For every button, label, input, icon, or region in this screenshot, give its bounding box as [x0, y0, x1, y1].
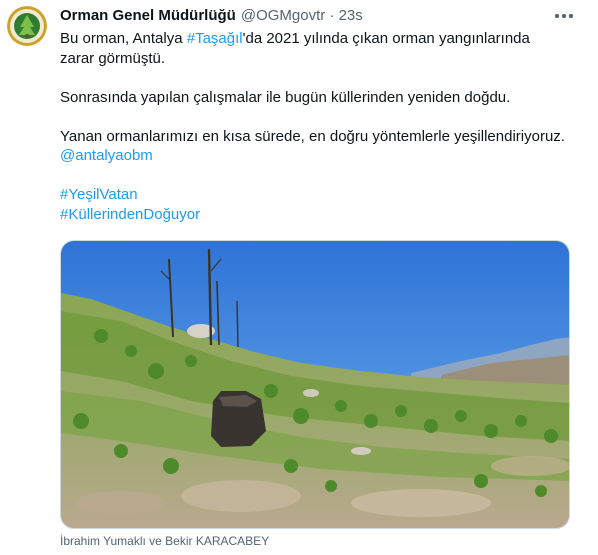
mention-antalyaobm[interactable]: @antalyaobm [60, 147, 153, 164]
tweet-text: Bu orman, Antalya #Taşağıl'da 2021 yılın… [60, 29, 580, 224]
hashtag-kullerindendoguyor[interactable]: #KüllerindenDoğuyor [60, 206, 200, 223]
tweet-line-2: zarar görmüştü. [60, 49, 166, 67]
avatar[interactable] [7, 6, 47, 46]
author-handle[interactable]: @OGMgovtr [241, 7, 325, 24]
tweet-header: Orman Genel Müdürlüğü @OGMgovtr · 23s [60, 5, 540, 27]
forest-regrowth-photo [61, 241, 569, 528]
ogm-logo-icon [7, 6, 47, 46]
tweet-photo[interactable] [60, 240, 570, 529]
header-separator: · [329, 7, 335, 24]
tweet-time[interactable]: 23s [339, 7, 363, 24]
line1-text-post: 'da 2021 yılında çıkan orman yangınların… [242, 30, 530, 47]
tweet-line-1: Bu orman, Antalya #Taşağıl'da 2021 yılın… [60, 29, 580, 49]
hashtag-tasagil[interactable]: #Taşağıl [187, 30, 243, 47]
hashtag-yesilvatan[interactable]: #YeşilVatan [60, 186, 138, 203]
tweet-paragraph-2: Sonrasında yapılan çalışmalar ile bugün … [60, 88, 511, 106]
line1-text-pre: Bu orman, Antalya [60, 30, 187, 47]
tweet-paragraph-3: Yanan ormanlarımızı en kısa sürede, en d… [60, 127, 565, 145]
photo-credit: İbrahim Yumaklı ve Bekir KARACABEY [60, 534, 270, 548]
more-options-icon[interactable] [554, 8, 576, 24]
author-name[interactable]: Orman Genel Müdürlüğü [60, 7, 236, 24]
tweet[interactable]: Orman Genel Müdürlüğü @OGMgovtr · 23s Bu … [0, 0, 598, 555]
